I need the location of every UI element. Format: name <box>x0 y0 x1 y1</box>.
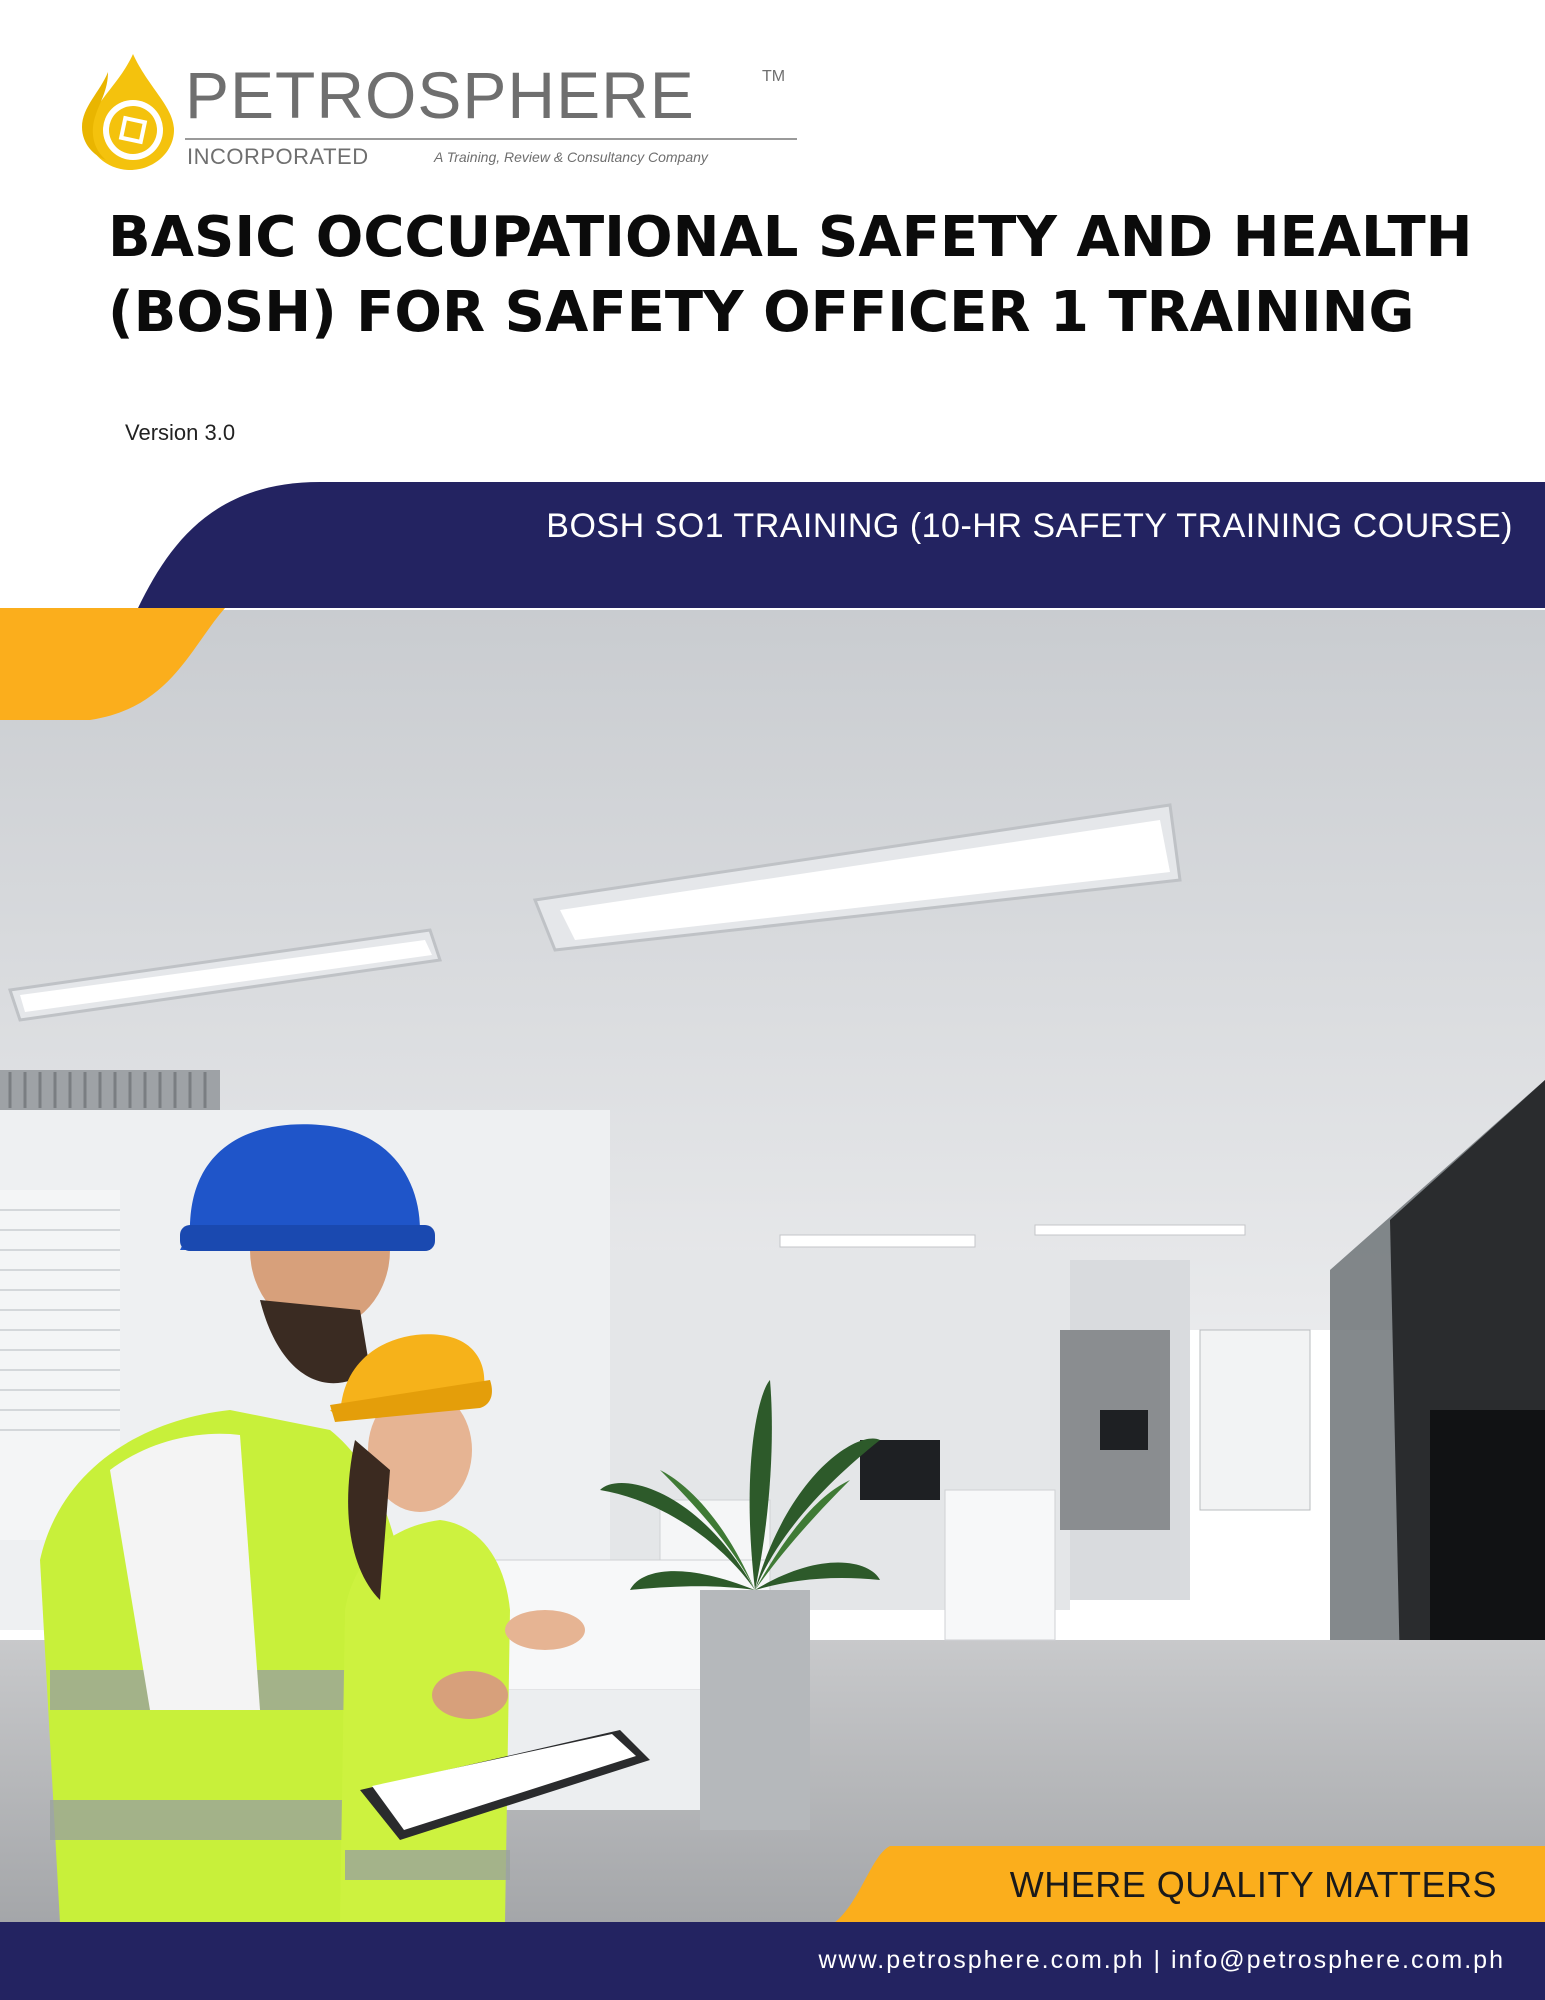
orange-accent-top-left <box>0 608 225 720</box>
logo-divider <box>185 138 797 140</box>
logo-tagline: A Training, Review & Consultancy Company <box>434 149 708 165</box>
tagline: WHERE QUALITY MATTERS <box>1009 1864 1497 1905</box>
banner-course-title: BOSH SO1 TRAINING (10-HR SAFETY TRAINING… <box>546 507 1513 545</box>
version-label: Version 3.0 <box>125 420 236 445</box>
logo-subname: INCORPORATED <box>187 144 369 169</box>
petrosphere-logo-emblem <box>82 54 174 170</box>
footer-contact: www.petrosphere.com.ph | info@petrospher… <box>818 1946 1505 1974</box>
logo-trademark: TM <box>762 68 786 85</box>
office-safety-photo <box>0 610 1545 1923</box>
logo-wordmark: PETROSPHERE <box>185 58 695 132</box>
document-title: BASIC OCCUPATIONAL SAFETY AND HEALTH (BO… <box>108 205 1473 345</box>
